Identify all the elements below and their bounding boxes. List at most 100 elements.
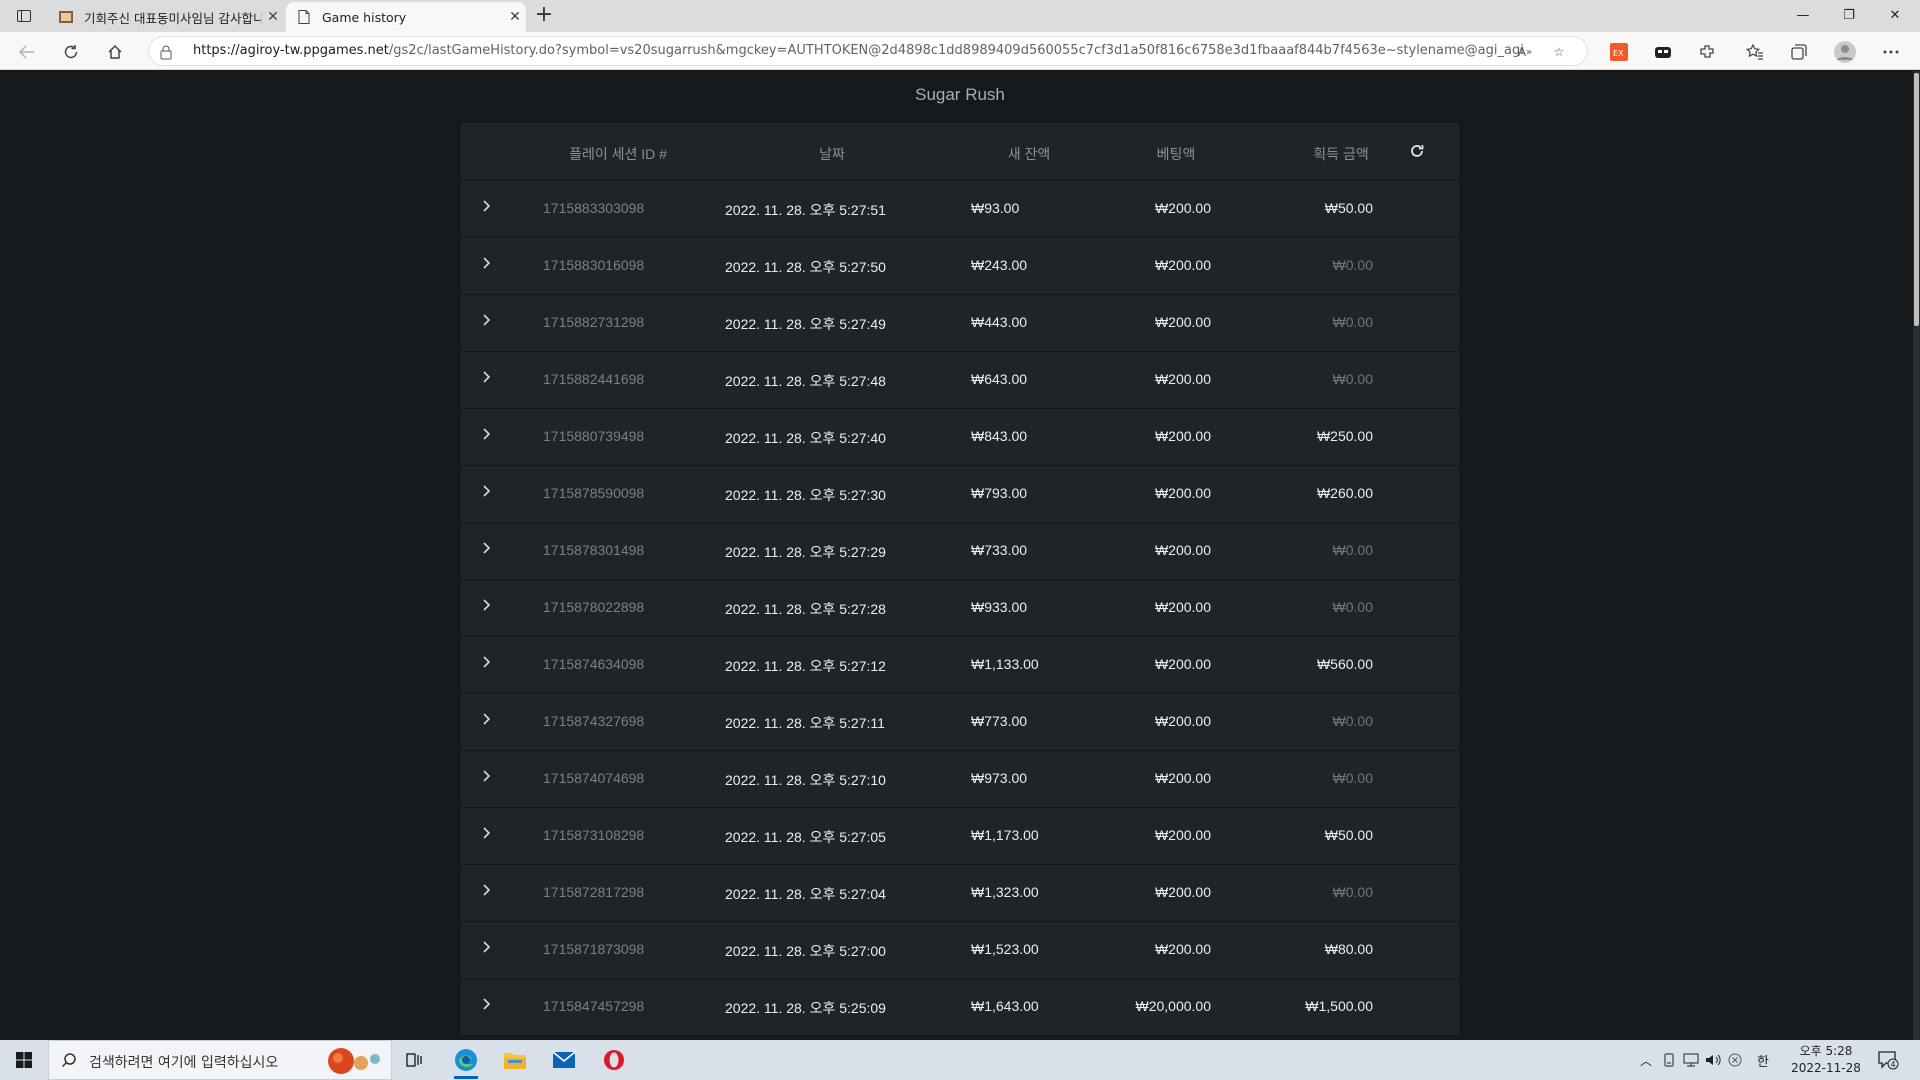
ime-indicator[interactable]: 한 xyxy=(1750,1040,1776,1080)
task-view-icon[interactable] xyxy=(395,1044,435,1076)
chevron-right-icon[interactable] xyxy=(480,883,492,897)
session-date: 2022. 11. 28. 오후 5:27:04 xyxy=(725,886,886,902)
bet-amount: ₩200.00 xyxy=(1154,542,1211,558)
chevron-right-icon[interactable] xyxy=(480,427,492,441)
session-date: 2022. 11. 28. 오후 5:27:11 xyxy=(725,715,885,731)
tab-active[interactable]: Game history ✕ xyxy=(286,2,526,32)
tab-close-icon[interactable]: ✕ xyxy=(504,9,526,25)
bet-amount: ₩200.00 xyxy=(1154,257,1211,273)
session-id: 1715874074698 xyxy=(543,770,645,786)
chevron-right-icon[interactable] xyxy=(480,598,492,612)
mail-icon[interactable] xyxy=(544,1044,584,1076)
notification-icon[interactable]: 4 xyxy=(1870,1040,1906,1080)
session-date: 2022. 11. 28. 오후 5:27:48 xyxy=(725,373,886,389)
chevron-right-icon[interactable] xyxy=(480,997,492,1011)
lock-icon[interactable] xyxy=(159,44,173,60)
url-text[interactable]: https://agiroy-tw.ppgames.net/gs2c/lastG… xyxy=(193,43,1523,58)
session-id: 1715872817298 xyxy=(543,884,645,900)
profile-icon[interactable] xyxy=(1832,39,1858,65)
tab-actions-icon[interactable] xyxy=(10,7,38,25)
table-row[interactable]: 1715882731298 2022. 11. 28. 오후 5:27:49 ₩44… xyxy=(461,294,1459,351)
extension-icon[interactable] xyxy=(1694,39,1720,65)
table-row[interactable]: 1715871873098 2022. 11. 28. 오후 5:27:00 ₩1,… xyxy=(461,921,1459,978)
header-session-id: 플레이 세션 ID # xyxy=(569,146,667,162)
refresh-icon[interactable] xyxy=(58,39,84,65)
opera-icon[interactable] xyxy=(594,1044,634,1076)
new-tab-icon[interactable]: + xyxy=(532,3,556,27)
url-host: https://agiroy-tw.ppgames.net xyxy=(193,43,389,58)
table-row[interactable]: 1715874634098 2022. 11. 28. 오후 5:27:12 ₩1,… xyxy=(461,636,1459,693)
table-row[interactable]: 1715872817298 2022. 11. 28. 오후 5:27:04 ₩1,… xyxy=(461,864,1459,921)
taskbar-search-input[interactable]: 검색하려면 여기에 입력하십시오 xyxy=(48,1040,392,1080)
chevron-right-icon[interactable] xyxy=(480,370,492,384)
tab-inactive[interactable]: 기회주신 대표동미사임님 감사합니다 ✕ xyxy=(48,2,284,32)
table-row[interactable]: 1715882441698 2022. 11. 28. 오후 5:27:48 ₩64… xyxy=(461,351,1459,408)
windows-taskbar: 검색하려면 여기에 입력하십시오 ︿ 한 오후 5:28 2022-11-28 … xyxy=(0,1040,1920,1080)
page-scrollbar[interactable] xyxy=(1913,71,1920,1041)
chevron-right-icon[interactable] xyxy=(480,712,492,726)
close-window-icon[interactable]: ✕ xyxy=(1872,0,1918,32)
new-balance: ₩1,173.00 xyxy=(971,827,1039,843)
session-date: 2022. 11. 28. 오후 5:27:29 xyxy=(725,544,886,560)
table-row[interactable]: 1715847457298 2022. 11. 28. 오후 5:25:09 ₩1,… xyxy=(461,978,1459,1035)
chevron-right-icon[interactable] xyxy=(480,484,492,498)
table-row[interactable]: 1715873108298 2022. 11. 28. 오후 5:27:05 ₩1,… xyxy=(461,807,1459,864)
new-balance: ₩733.00 xyxy=(971,542,1028,558)
restore-icon[interactable]: ❐ xyxy=(1826,0,1872,32)
minimize-icon[interactable]: — xyxy=(1780,0,1826,32)
chevron-right-icon[interactable] xyxy=(480,541,492,555)
home-icon[interactable] xyxy=(102,39,128,65)
favorite-icon[interactable]: ☆ xyxy=(1549,42,1569,62)
table-row[interactable]: 1715874327698 2022. 11. 28. 오후 5:27:11 ₩77… xyxy=(461,693,1459,750)
chevron-right-icon[interactable] xyxy=(480,199,492,213)
new-balance: ₩443.00 xyxy=(971,314,1028,330)
extension-dark-icon[interactable] xyxy=(1650,39,1676,65)
session-date: 2022. 11. 28. 오후 5:27:49 xyxy=(725,316,886,332)
taskbar-clock[interactable]: 오후 5:28 2022-11-28 xyxy=(1786,1043,1866,1077)
header-bet: 베팅액 xyxy=(1156,146,1196,162)
bet-amount: ₩200.00 xyxy=(1154,884,1211,900)
win-amount: ₩0.00 xyxy=(1332,314,1373,330)
extension-red-icon[interactable]: EX xyxy=(1606,39,1632,65)
edge-icon[interactable] xyxy=(446,1044,486,1079)
notification-count: 4 xyxy=(1891,1060,1896,1069)
status-error-icon[interactable] xyxy=(1724,1040,1746,1080)
table-row[interactable]: 1715880739498 2022. 11. 28. 오후 5:27:40 ₩84… xyxy=(461,408,1459,465)
table-row[interactable]: 1715883303098 2022. 11. 28. 오후 5:27:51 ₩93… xyxy=(461,180,1459,237)
scrollbar-thumb[interactable] xyxy=(1914,73,1919,326)
tray-device-icon[interactable] xyxy=(1658,1040,1680,1080)
table-row[interactable]: 1715878022898 2022. 11. 28. 오후 5:27:28 ₩93… xyxy=(461,579,1459,636)
table-row[interactable]: 1715878590098 2022. 11. 28. 오후 5:27:30 ₩79… xyxy=(461,465,1459,522)
table-row[interactable]: 1715883016098 2022. 11. 28. 오후 5:27:50 ₩24… xyxy=(461,237,1459,294)
refresh-table-icon[interactable] xyxy=(1406,140,1428,162)
chevron-right-icon[interactable] xyxy=(480,940,492,954)
read-aloud-icon[interactable]: A» xyxy=(1515,42,1535,62)
table-row[interactable]: 1715874074698 2022. 11. 28. 오후 5:27:10 ₩97… xyxy=(461,750,1459,807)
chevron-right-icon[interactable] xyxy=(480,655,492,669)
new-balance: ₩643.00 xyxy=(971,371,1028,387)
more-icon[interactable] xyxy=(1878,39,1904,65)
back-icon[interactable] xyxy=(14,39,40,65)
session-id: 1715878301498 xyxy=(543,542,645,558)
table-row[interactable]: 1715878301498 2022. 11. 28. 오후 5:27:29 ₩73… xyxy=(461,522,1459,579)
chevron-right-icon[interactable] xyxy=(480,256,492,270)
windows-start-icon[interactable] xyxy=(0,1040,48,1080)
win-amount: ₩1,500.00 xyxy=(1305,998,1373,1014)
volume-icon[interactable] xyxy=(1702,1040,1724,1080)
clock-time: 오후 5:28 xyxy=(1799,1044,1853,1058)
tray-overflow-icon[interactable]: ︿ xyxy=(1634,1040,1658,1080)
chevron-right-icon[interactable] xyxy=(480,769,492,783)
win-amount: ₩0.00 xyxy=(1332,542,1373,558)
chevron-right-icon[interactable] xyxy=(480,826,492,840)
session-date: 2022. 11. 28. 오후 5:27:30 xyxy=(725,487,886,503)
win-amount: ₩0.00 xyxy=(1332,713,1373,729)
collections-icon[interactable] xyxy=(1786,39,1812,65)
network-icon[interactable] xyxy=(1680,1040,1702,1080)
chevron-right-icon[interactable] xyxy=(480,313,492,327)
tab-close-icon[interactable]: ✕ xyxy=(262,9,284,25)
new-balance: ₩243.00 xyxy=(971,257,1028,273)
table-body: 1715883303098 2022. 11. 28. 오후 5:27:51 ₩93… xyxy=(461,180,1459,1035)
address-bar[interactable]: https://agiroy-tw.ppgames.net/gs2c/lastG… xyxy=(148,36,1588,66)
favorites-icon[interactable] xyxy=(1742,39,1768,65)
explorer-icon[interactable] xyxy=(495,1044,535,1076)
